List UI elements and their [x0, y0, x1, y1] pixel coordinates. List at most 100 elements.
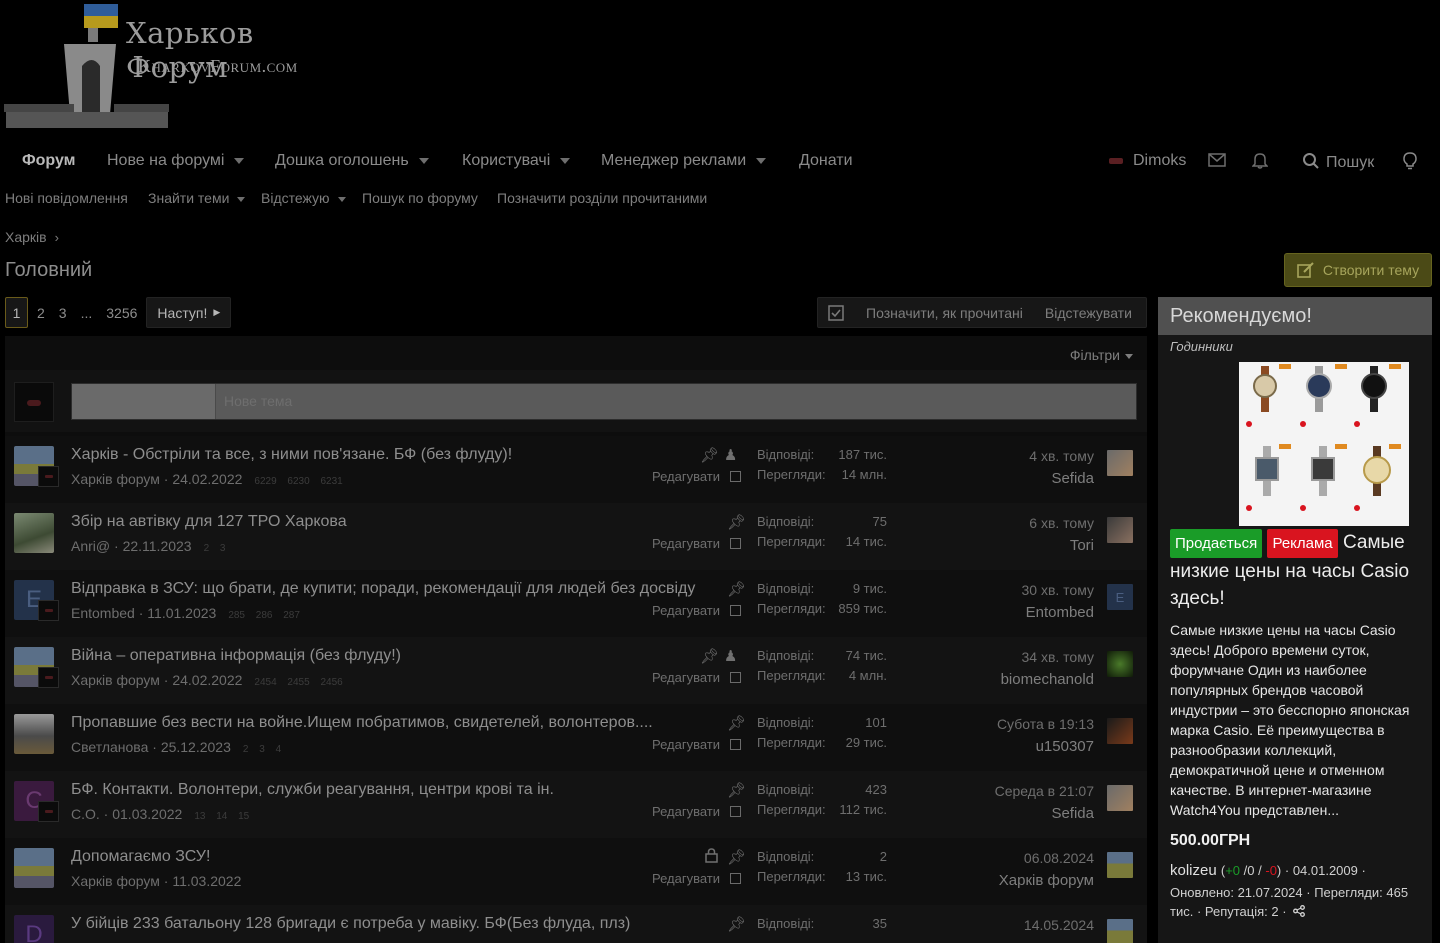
search-button[interactable]: Пошук — [1302, 152, 1374, 172]
thread-author[interactable]: Entombed — [71, 605, 135, 621]
nav-whats-new[interactable]: Нове на форумі — [107, 152, 245, 170]
last-post-avatar[interactable] — [1107, 517, 1133, 543]
watch-button[interactable]: Відстежувати — [1045, 305, 1132, 321]
prefix-select[interactable] — [72, 384, 216, 419]
checkbox[interactable] — [730, 739, 742, 750]
thread-edit[interactable]: Редагувати — [652, 469, 742, 484]
thread-edit[interactable]: Редагувати — [652, 603, 742, 618]
thread-title[interactable]: БФ. Контакти. Волонтери, служби реагуван… — [71, 781, 554, 799]
last-post-user[interactable]: Харків форум — [999, 872, 1094, 889]
thread-pages[interactable]: 2454 2455 2456 — [254, 677, 342, 688]
thread-author[interactable]: C.O. — [71, 806, 100, 822]
thread-author[interactable]: Харків форум — [71, 471, 160, 487]
last-post-user[interactable]: Sefida — [1051, 470, 1094, 487]
thread-row[interactable]: Харків - Обстріли та все, з ними пов'яза… — [5, 436, 1147, 503]
thread-pages[interactable]: 13 14 15 — [194, 811, 249, 822]
checkbox[interactable] — [730, 538, 742, 549]
thread-edit[interactable]: Редагувати — [652, 871, 742, 886]
last-post-avatar[interactable] — [1107, 651, 1133, 677]
subnav-search-forums[interactable]: Пошук по форуму — [362, 190, 478, 206]
last-post-time[interactable]: Середа в 21:07 — [995, 783, 1094, 799]
thread-avatar[interactable] — [14, 513, 54, 553]
page-link[interactable]: 3256 — [101, 297, 142, 328]
chevron-down-icon[interactable] — [234, 157, 245, 164]
thread-author[interactable]: Светланова — [71, 739, 148, 755]
last-post-user[interactable]: biomechanold — [1001, 671, 1094, 688]
last-post-time[interactable]: 30 хв. тому — [1021, 582, 1094, 598]
thread-row[interactable]: E Відправка в ЗСУ: що брати, де купити; … — [5, 570, 1147, 637]
ad-headline[interactable]: Продається Реклама Самые низкие цены на … — [1170, 529, 1424, 612]
thread-avatar[interactable]: D — [14, 915, 54, 943]
filters-button[interactable]: Фільтри — [1070, 347, 1133, 363]
inbox-button[interactable] — [1208, 153, 1226, 172]
thread-title[interactable]: Збір на автівку для 127 ТРО Харкова — [71, 513, 347, 531]
thread-pages[interactable]: 6229 6230 6231 — [254, 476, 342, 487]
thread-title[interactable]: Пропавшие без вести на войне.Ищем побрат… — [71, 714, 653, 732]
thread-title[interactable]: Відправка в ЗСУ: що брати, де купити; по… — [71, 580, 695, 598]
last-post-avatar[interactable] — [1107, 919, 1133, 943]
thread-author[interactable]: Харків форум — [71, 672, 160, 688]
last-post-user[interactable]: Entombed — [1026, 604, 1094, 621]
nav-donate[interactable]: Донати — [799, 152, 853, 170]
nav-members[interactable]: Користувачі — [462, 152, 571, 170]
last-post-avatar[interactable] — [1107, 785, 1133, 811]
select-all-checkbox[interactable] — [828, 304, 844, 321]
thread-edit[interactable]: Редагувати — [652, 804, 742, 819]
nav-forum[interactable]: Форум — [22, 152, 76, 170]
checkbox[interactable] — [730, 471, 742, 482]
ad-author-name[interactable]: kolizeu — [1170, 862, 1217, 879]
mark-read-button[interactable]: Позначити, як прочитані — [866, 305, 1023, 321]
thread-author[interactable]: Харків форум — [71, 873, 160, 889]
subnav-watched[interactable]: Відстежую — [261, 190, 346, 206]
chevron-down-icon[interactable] — [418, 157, 429, 164]
thread-row[interactable]: Збір на автівку для 127 ТРО Харкова Anri… — [5, 503, 1147, 570]
thread-row[interactable]: Війна – оперативна інформація (без флуду… — [5, 637, 1147, 704]
subnav-find-threads[interactable]: Знайти теми — [148, 190, 246, 206]
chevron-down-icon[interactable] — [237, 196, 246, 202]
last-post-avatar[interactable] — [1107, 852, 1133, 878]
thread-author[interactable]: Anri@ — [71, 538, 110, 554]
last-post-avatar[interactable]: E — [1107, 584, 1133, 610]
quick-thread-input[interactable]: Нове тема — [71, 383, 1137, 420]
nav-ad-manager[interactable]: Менеджер реклами — [601, 152, 767, 170]
sidebar-category[interactable]: Годинники — [1158, 335, 1432, 354]
thread-title[interactable]: У бійців 233 батальону 128 бригади є пот… — [71, 915, 630, 933]
ad-image[interactable] — [1239, 362, 1409, 526]
thread-title[interactable]: Харків - Обстріли та все, з ними пов'яза… — [71, 446, 512, 464]
thread-pages[interactable]: 2 3 — [204, 543, 226, 554]
breadcrumb[interactable]: Харків › — [5, 229, 59, 245]
share-icon[interactable] — [1293, 905, 1306, 917]
last-post-user[interactable]: u150307 — [1036, 738, 1094, 755]
last-post-time[interactable]: 6 хв. тому — [1029, 515, 1094, 531]
subnav-new-posts[interactable]: Нові повідомлення — [5, 190, 128, 206]
thread-row[interactable]: Допомагаємо ЗСУ! Харків форум · 11.03.20… — [5, 838, 1147, 905]
create-thread-button[interactable]: Створити тему — [1284, 253, 1432, 287]
thread-pages[interactable]: 285 286 287 — [228, 610, 300, 621]
checkbox[interactable] — [730, 605, 742, 616]
chevron-down-icon[interactable] — [337, 196, 346, 202]
last-post-time[interactable]: 4 хв. тому — [1029, 448, 1094, 464]
thread-row[interactable]: Пропавшие без вести на войне.Ищем побрат… — [5, 704, 1147, 771]
thread-title[interactable]: Допомагаємо ЗСУ! — [71, 848, 210, 866]
chevron-down-icon[interactable] — [560, 157, 571, 164]
last-post-time[interactable]: 14.05.2024 — [1024, 917, 1094, 933]
nav-classifieds[interactable]: Дошка оголошень — [275, 152, 429, 170]
last-post-time[interactable]: Субота в 19:13 — [997, 716, 1094, 732]
thread-edit[interactable]: Редагувати — [652, 536, 742, 551]
last-post-user[interactable]: Tori — [1070, 537, 1094, 554]
page-link[interactable]: 3 — [54, 297, 72, 328]
thread-avatar[interactable] — [14, 848, 54, 888]
page-link[interactable]: 1 — [5, 297, 28, 328]
user-menu[interactable]: Dimoks — [1109, 152, 1186, 170]
site-logo[interactable]: Харьков Форум KharkovForum.com — [4, 4, 324, 134]
thread-title[interactable]: Війна – оперативна інформація (без флуду… — [71, 647, 401, 665]
subnav-mark-read[interactable]: Позначити розділи прочитаними — [497, 190, 707, 206]
page-skip[interactable]: ... — [76, 297, 98, 328]
last-post-time[interactable]: 34 хв. тому — [1021, 649, 1094, 665]
chevron-down-icon[interactable] — [756, 157, 767, 164]
last-post-user[interactable]: Sefida — [1051, 805, 1094, 822]
checkbox[interactable] — [730, 806, 742, 817]
last-post-avatar[interactable] — [1107, 450, 1133, 476]
thread-avatar[interactable] — [14, 714, 54, 754]
checkbox[interactable] — [730, 672, 742, 683]
